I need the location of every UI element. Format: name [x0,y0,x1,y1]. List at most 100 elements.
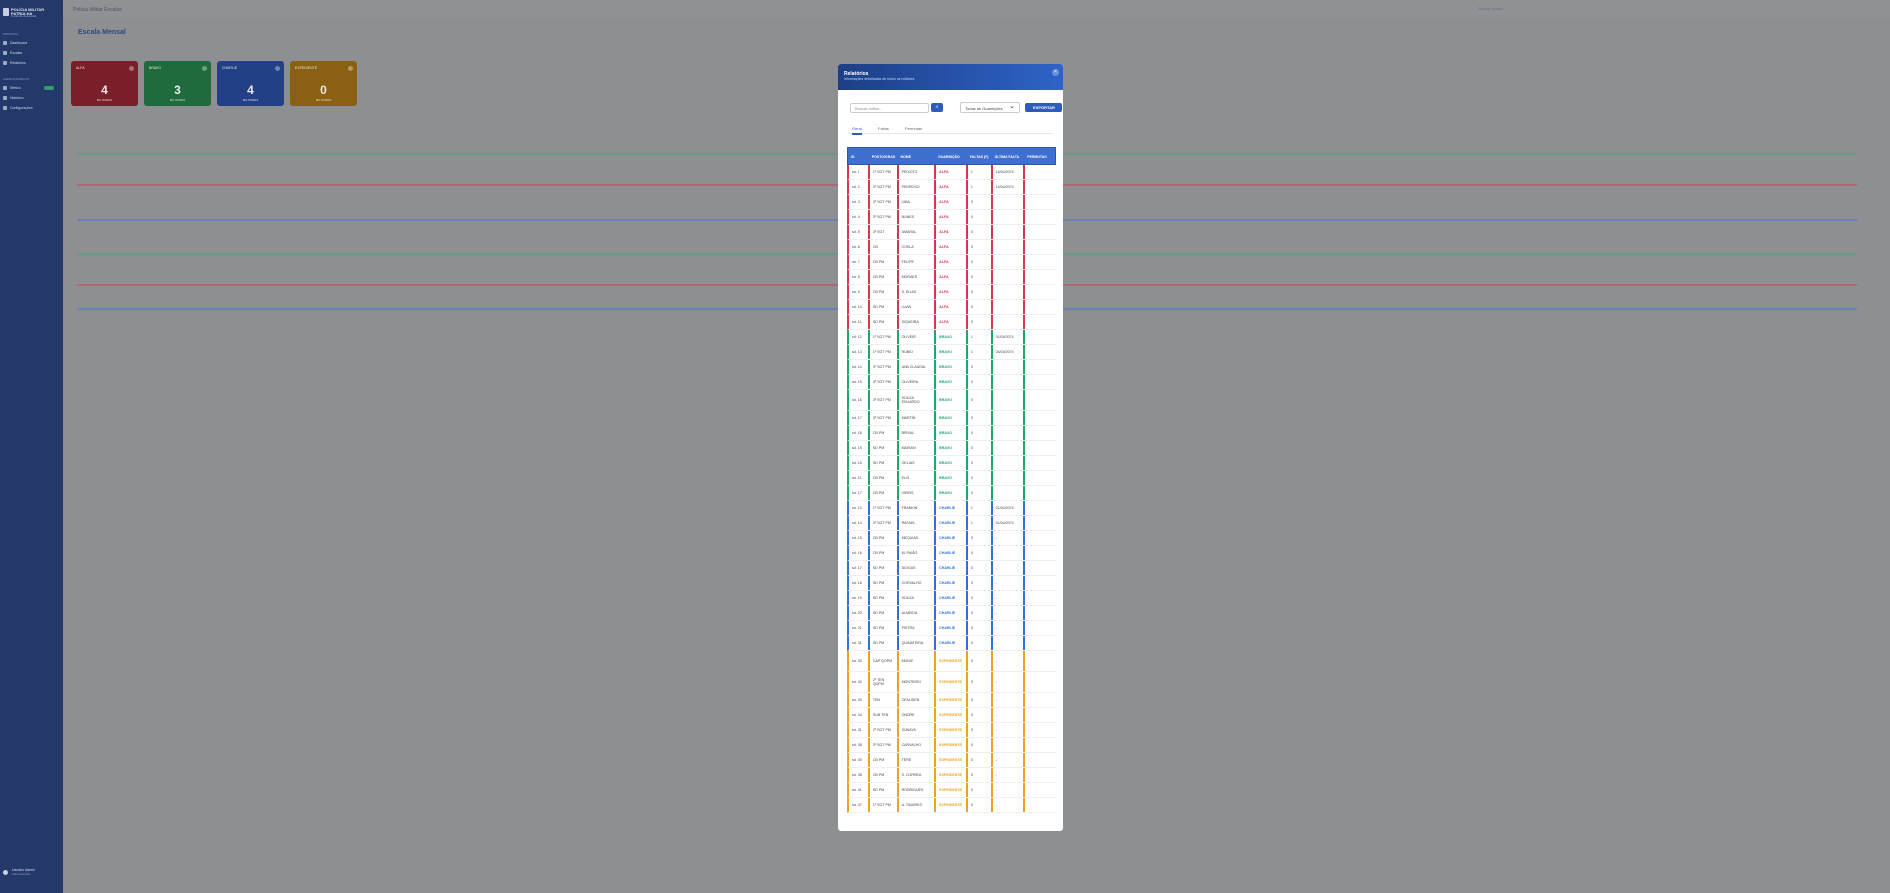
col-guarnicao[interactable]: GUARNIÇÃO [935,148,967,164]
cell-perm [1025,300,1056,314]
table-row[interactable]: sd. 12 1º SGT PM OLIVEIR BRAVO 1 01/04/2074 [847,330,1056,345]
card-icon [202,66,207,71]
cell-perm [1025,360,1056,374]
table-row[interactable]: sd. 17 CB PM VIEIRS BRAVO 0 [847,486,1056,501]
tab-faltas[interactable]: Faltas [878,126,889,131]
table-row[interactable]: sd. 5 3º SGT AMARAL ALFA 0 [847,225,1056,240]
cell-ultima: 01/04/2074 [993,516,1026,530]
table-row[interactable]: sd. 19 SD PM SOUZA CHARLIE 0- - [847,591,1056,606]
cell-posto: CB PM [870,753,899,767]
summary-card[interactable]: BRAVO 3 MILITARES [144,61,211,106]
cell-gu: BRAVO [936,411,968,425]
table-row[interactable]: sd. 1 1º SGT PM PEIXOTO ALFA 1 14/04/2074 [847,165,1056,180]
cell-nome: SOUZA [899,591,937,605]
sidebar-item-configuracoes[interactable]: Configurações [3,105,33,110]
table-row[interactable]: sd. 14 3º SGT PM RAFAEL CHARLIE 1 01/04/2074- [847,516,1056,531]
cell-ultima: - [993,723,1026,737]
cell-perm [1025,738,1056,752]
table-row[interactable]: sd. 16 3º SGT PM SOUZA EDUARDO BRAVO 0 [847,390,1056,411]
table-row[interactable]: sd. 41 SD PM RODRIGUES EXPEDIENTE 0- [847,783,1056,798]
table-row[interactable]: sd. 20 SD PM ALMEIDA CHARLIE 0- [847,606,1056,621]
cell-faltas: 0 [968,270,993,284]
sidebar-item-relatorios[interactable]: Relatórios [3,60,26,65]
cell-perm [1025,240,1056,254]
table-row[interactable]: sd. 18 SD PM CORVALHO CHARLIE 0- [847,576,1056,591]
table-row[interactable]: sd. 9 CB PM S. ELIAS ALFA 0 [847,285,1056,300]
table-row[interactable]: sd. 6 CB COELA ALFA 0 [847,240,1056,255]
sidebar-item-dashboard[interactable]: Dashboard [3,40,27,45]
table-row[interactable]: sd. 14 3º SGT PM ANA CLAUDIA BRAVO 0 [847,360,1056,375]
close-button[interactable]: × [1052,69,1059,76]
table-row[interactable]: sd. 31 SD PM QUINATEIRA CHARLIE 0- - [847,636,1056,651]
table-row[interactable]: sd. 47 1º SGT PM A. TAVARES EXPEDIENTE 0- [847,798,1056,813]
table-row[interactable]: sd. 13 1º SGT PM RUBIO BRAVO 1 04/04/2074 [847,345,1056,360]
table-row[interactable]: sd. 13 1º SGT PM FRANKIN CHARLIE 1 01/04/2074… [847,501,1056,516]
cell-posto: CB PM [870,531,899,545]
summary-card[interactable]: EXPEDIENTE 0 MILITARES [290,61,357,106]
cell-gu: BRAVO [936,456,968,470]
cell-faltas: 0 [968,240,993,254]
table-row[interactable]: sd. 31 2º SGT PM SUNAYA EXPEDIENTE 0- - [847,723,1056,738]
table-row[interactable]: sd. 17 SD PM DIOGUE CHARLIE 0- [847,561,1056,576]
table-row[interactable]: sd. 15 CB PM MEQUIAS CHARLIE 0- [847,531,1056,546]
cell-nome: MORAES [899,270,937,284]
sidebar-item-escalas[interactable]: Escalas [3,50,22,55]
table-row[interactable]: sd. 18 CB PM BRIVAL BRAVO 0 [847,426,1056,441]
col-id[interactable]: ID [848,148,869,164]
cell-posto: 3º SGT [870,225,899,239]
table-row[interactable]: sd. 19 SD PM MARIAN BRAVO 0 [847,441,1056,456]
col-permutas[interactable]: PERMUTAS [1024,148,1055,164]
avatar [3,869,8,875]
table-row[interactable]: sd. 38 CB PM S. CORREA EXPEDIENTE 0- [847,768,1056,783]
table-header: ID POSTO/GRAD NOME GUARNIÇÃO FALTAS (F) … [847,147,1056,165]
cell-id: sd. 13 [849,345,870,359]
export-button[interactable]: EXPORTAR [1025,103,1062,112]
table-row[interactable]: sd. 15 SD PM OELIAS BRAVO 0 - [847,456,1056,471]
summary-card[interactable]: CHARLIE 4 MILITARES [217,61,284,106]
cell-perm [1025,426,1056,440]
table-row[interactable]: sd. 11 SD PM SIQUEIRA ALFA 0 [847,315,1056,330]
table-row[interactable]: sd. 15 3º SGT PM OLIVEIRA BRAVO 0 [847,375,1056,390]
global-search-input[interactable]: Buscar militar... [1478,6,1548,12]
user-profile[interactable]: Usuário Admin Administrador [3,868,35,876]
table-row[interactable]: sd. 7 CB PM FELIPE ALFA 0 [847,255,1056,270]
sidebar-item-historico[interactable]: Histórico [3,95,24,100]
col-nome[interactable]: NOME [898,148,936,164]
table-row[interactable]: sd. 8 CB PM MORAES ALFA 0 [847,270,1056,285]
table-row[interactable]: sd. 30 CAP QOPM MUNIZ EXPEDIENTE 0- [847,651,1056,672]
cell-nome: BRIVAL [899,426,937,440]
dashboard-icon [3,40,7,45]
cell-gu: BRAVO [936,441,968,455]
sidebar-item-efetivo[interactable]: Efetivo [3,85,21,90]
tab-geral[interactable]: Geral [852,126,862,135]
cell-id: sd. 20 [849,606,870,620]
search-button[interactable]: ⌕ [931,103,943,112]
table-row[interactable]: sd. 2 3º SGT PM PEDROSO ALFA 1 14/04/2074 [847,180,1056,195]
tab-permutas[interactable]: Permutas [905,126,922,131]
table-row[interactable]: sd. 30 TEN OFALIDEN EXPEDIENTE 0- [847,693,1056,708]
cell-nome: SOUZA EDUARDO [899,390,937,410]
table-row[interactable]: sd. 17 3º SGT PM MARTÍN BRAVO 0 [847,411,1056,426]
table-row[interactable]: sd. 16 CB PM M. PAIÃO CHARLIE 0- [847,546,1056,561]
table-row[interactable]: sd. 38 3º SGT PM CARVALHO EXPEDIENTE 0- [847,738,1056,753]
table-row[interactable]: sd. 40 2º TEN QOPM MONTEIRO EXPEDIENTE 0- [847,672,1056,693]
table-row[interactable]: sd. 3 3º SGT PM LIMA ALFA 0 [847,195,1056,210]
cell-ultima: - [993,753,1026,767]
col-posto[interactable]: POSTO/GRAD [869,148,898,164]
cell-faltas: 0 [968,723,993,737]
cell-perm [1025,390,1056,410]
table-row[interactable]: sd. 21 SD PM PIETRA CHARLIE 0- [847,621,1056,636]
col-ultima-falta[interactable]: ÚLTIMA FALTA [992,148,1025,164]
summary-card[interactable]: ALFA 4 MILITARES [71,61,138,106]
search-input[interactable]: Buscar militar... [850,103,929,113]
table-row[interactable]: sd. 4 3º SGT PM NUNES ALFA 0 [847,210,1056,225]
table-row[interactable]: sd. 10 SD PM LUAN ALFA 0 [847,300,1056,315]
cell-gu: ALFA [936,285,968,299]
col-faltas[interactable]: FALTAS (F) [967,148,992,164]
table-row[interactable]: sd. 34 SUB TEN ONDRE EXPEDIENTE 0- [847,708,1056,723]
card-value: 0 [320,83,327,97]
cell-ultima [993,315,1026,329]
group-filter-select[interactable]: Todas as Guarnições ⌄ [960,102,1020,113]
table-row[interactable]: sd. 11 CB PM ELIS BRAVO 0 [847,471,1056,486]
table-row[interactable]: sd. 39 CB PM TERE EXPEDIENTE 0- [847,753,1056,768]
